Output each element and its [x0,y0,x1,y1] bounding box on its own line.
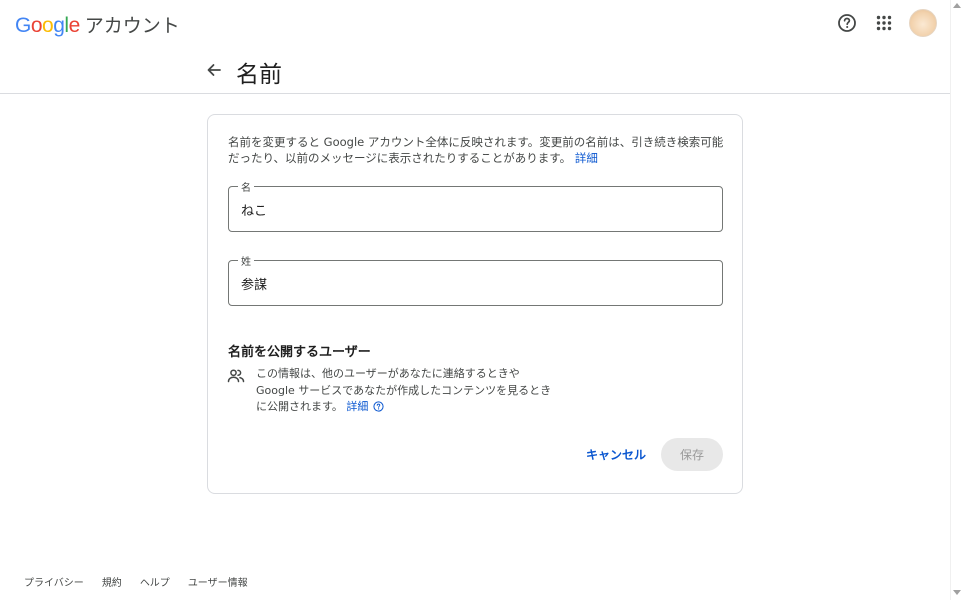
visibility-learn-more-link[interactable]: 詳細 [346,400,368,413]
last-name-input[interactable] [229,261,722,305]
help-icon[interactable] [835,11,859,35]
first-name-input[interactable] [229,187,722,231]
account-avatar[interactable] [909,9,937,37]
last-name-field[interactable]: 姓 [228,253,723,306]
intro-text: 名前を変更すると Google アカウント全体に反映されます。変更前の名前は、引… [228,134,728,166]
footer-help-link[interactable]: ヘルプ [140,574,170,589]
footer-about-link[interactable]: ユーザー情報 [188,574,248,589]
arrow-left-icon[interactable] [203,59,225,81]
info-circle-icon[interactable] [373,401,384,412]
vertical-scrollbar[interactable] [950,0,962,600]
page-title: 名前 [236,62,282,88]
intro-description: 名前を変更すると Google アカウント全体に反映されます。変更前の名前は、引… [228,135,724,165]
first-name-field[interactable]: 名 [228,179,723,232]
apps-grid-icon[interactable] [872,11,896,35]
app-header: Google アカウント [0,0,950,46]
google-wordmark: Google [15,14,80,37]
page-title-bar: 名前 [0,46,950,94]
footer-terms-link[interactable]: 規約 [102,574,122,589]
visibility-description-text: この情報は、他のユーザーがあなたに連絡するときやGoogle サービスであなたが… [256,367,552,413]
learn-more-link[interactable]: 詳細 [575,151,598,165]
footer-privacy-link[interactable]: プライバシー [24,574,84,589]
visibility-section-title: 名前を公開するユーザー [228,345,371,360]
footer-links: プライバシー 規約 ヘルプ ユーザー情報 [24,574,248,589]
logo-product-name: アカウント [84,15,180,37]
people-icon [227,367,245,385]
scroll-down-arrow-icon[interactable] [953,590,961,595]
google-account-logo[interactable]: Google アカウント [15,11,180,38]
visibility-description: この情報は、他のユーザーがあなたに連絡するときやGoogle サービスであなたが… [256,366,556,416]
name-edit-card: 名前を変更すると Google アカウント全体に反映されます。変更前の名前は、引… [207,114,743,494]
cancel-button[interactable]: キャンセル [578,438,654,471]
scroll-up-arrow-icon[interactable] [953,3,961,8]
save-button[interactable]: 保存 [661,438,723,471]
